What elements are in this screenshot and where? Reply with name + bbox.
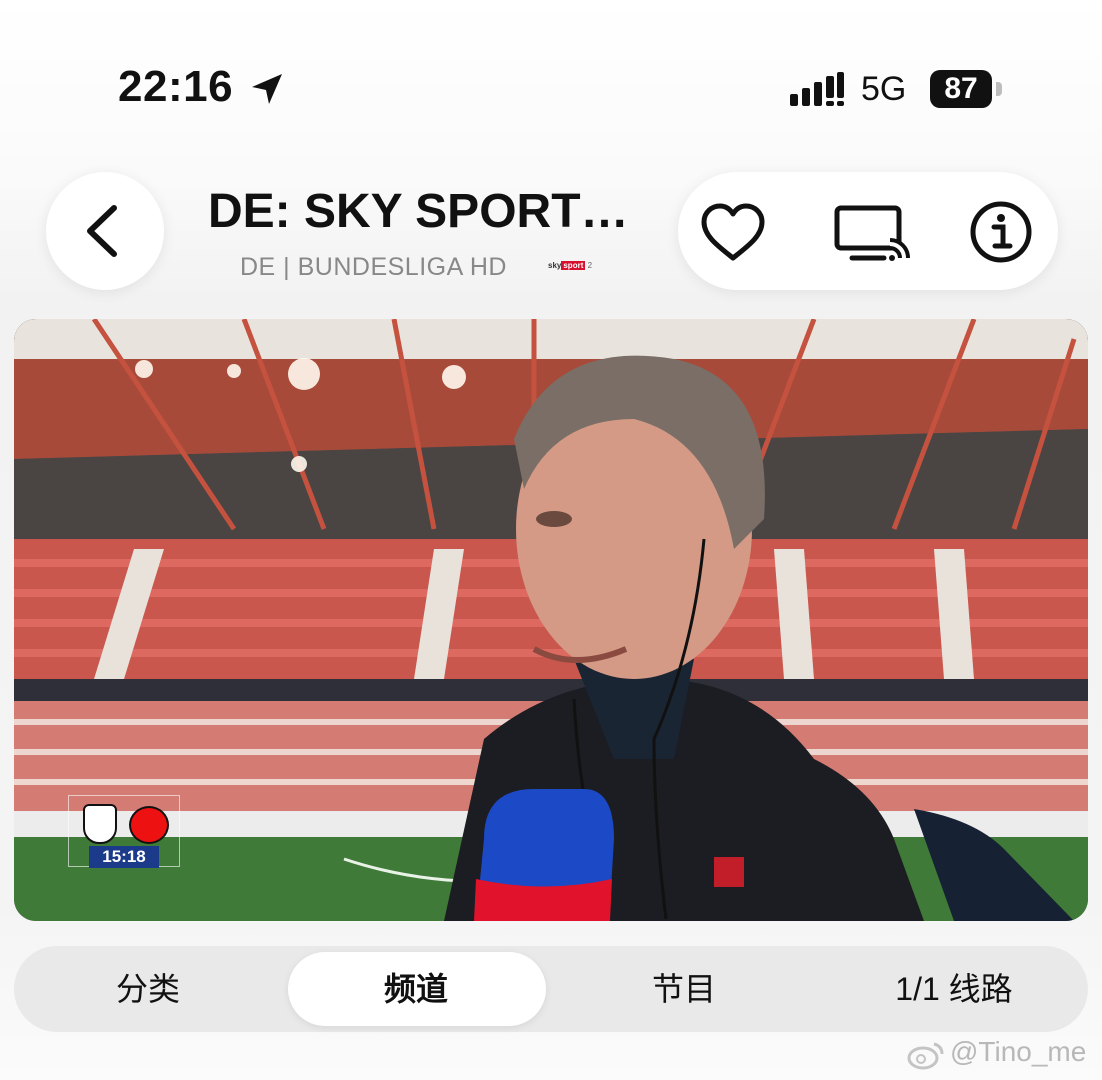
scoreboard: 15:18 xyxy=(68,795,180,868)
away-team-crest xyxy=(129,806,169,844)
battery-nub xyxy=(996,82,1002,96)
chevron-left-icon xyxy=(87,205,117,257)
match-clock: 15:18 xyxy=(89,846,159,868)
heart-icon[interactable] xyxy=(698,200,768,264)
tab-category[interactable]: 分类 xyxy=(48,946,248,1032)
location-arrow-icon xyxy=(252,74,282,104)
cast-icon[interactable] xyxy=(832,200,920,264)
tab-program[interactable]: 节目 xyxy=(584,946,784,1032)
battery-indicator: 87 xyxy=(930,70,992,108)
header-actions xyxy=(678,172,1058,290)
channel-subtitle: DE | BUNDESLIGA HD xyxy=(240,253,507,281)
signal-strength-icon xyxy=(790,72,844,106)
home-team-crest xyxy=(83,804,117,844)
network-type: 5G xyxy=(861,70,907,108)
channel-title: DE: SKY SPORT… xyxy=(208,185,629,238)
bottom-tab-bar: 分类 频道 节目 1/1 线路 xyxy=(14,946,1088,1032)
watermark-handle: @Tino_me xyxy=(950,1036,1087,1067)
status-time: 22:16 xyxy=(118,62,234,111)
tab-channel[interactable]: 频道 xyxy=(316,946,516,1032)
weibo-icon xyxy=(907,1042,944,1070)
back-button[interactable] xyxy=(46,172,164,290)
channel-logo-sport: sport xyxy=(561,261,586,270)
channel-logo-sky: sky xyxy=(548,261,562,270)
channel-logo-suffix: 2 xyxy=(587,261,593,270)
info-icon[interactable] xyxy=(966,200,1036,264)
channel-logo: sky sport 2 xyxy=(548,260,592,272)
tab-route[interactable]: 1/1 线路 xyxy=(854,946,1054,1032)
video-player[interactable]: 15:18 xyxy=(14,319,1088,921)
